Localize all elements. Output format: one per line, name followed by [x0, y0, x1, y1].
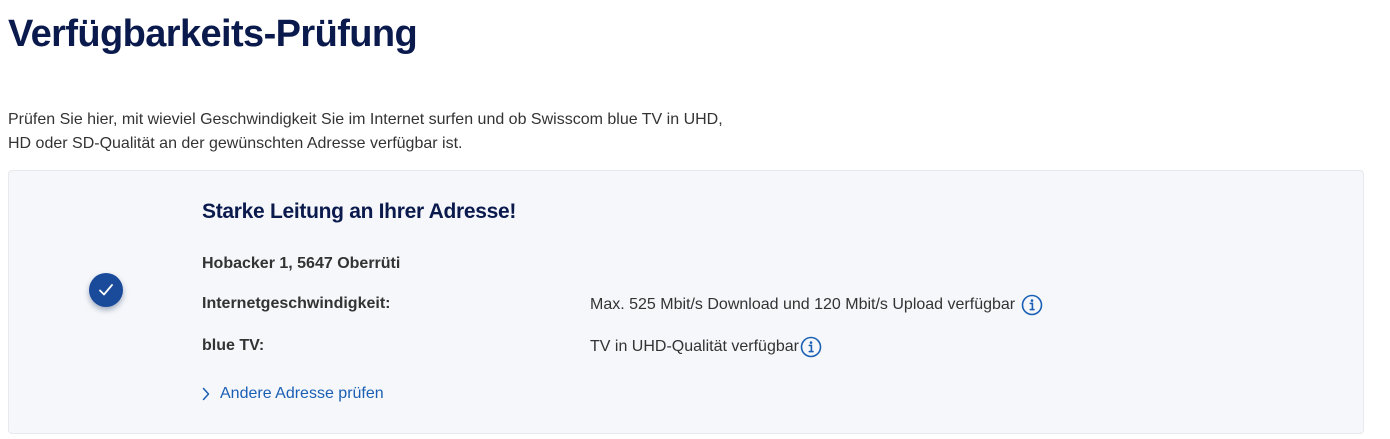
chevron-right-icon: [202, 387, 210, 401]
blue-tv-value: TV in UHD-Qualität verfügbar: [590, 336, 822, 358]
page-title: Verfügbarkeits-Prüfung: [8, 13, 418, 55]
intro-line-1: Prüfen Sie hier, mit wieviel Geschwindig…: [8, 111, 723, 128]
result-card: Starke Leitung an Ihrer Adresse! Hobacke…: [8, 170, 1364, 434]
intro-text: Prüfen Sie hier, mit wieviel Geschwindig…: [8, 108, 808, 156]
result-title: Starke Leitung an Ihrer Adresse!: [202, 200, 517, 223]
other-address-link-label[interactable]: Andere Adresse prüfen: [220, 385, 384, 403]
internet-speed-value: Max. 525 Mbit/s Download und 120 Mbit/s …: [590, 294, 1043, 316]
blue-tv-label: blue TV:: [202, 337, 265, 354]
blue-tv-text: TV in UHD-Qualität verfügbar: [590, 338, 799, 355]
internet-speed-text: Max. 525 Mbit/s Download und 120 Mbit/s …: [590, 296, 1016, 313]
other-address-link[interactable]: Andere Adresse prüfen: [202, 385, 384, 403]
info-icon[interactable]: [800, 336, 822, 358]
availability-check-page: Verfügbarkeits-Prüfung Prüfen Sie hier, …: [0, 0, 1390, 439]
check-icon: [89, 273, 123, 307]
address-text: Hobacker 1, 5647 Oberrüti: [202, 255, 401, 272]
intro-line-2: HD oder SD-Qualität an der gewünschten A…: [8, 135, 463, 152]
internet-speed-label: Internetgeschwindigkeit:: [202, 295, 391, 312]
info-icon[interactable]: [1021, 294, 1043, 316]
